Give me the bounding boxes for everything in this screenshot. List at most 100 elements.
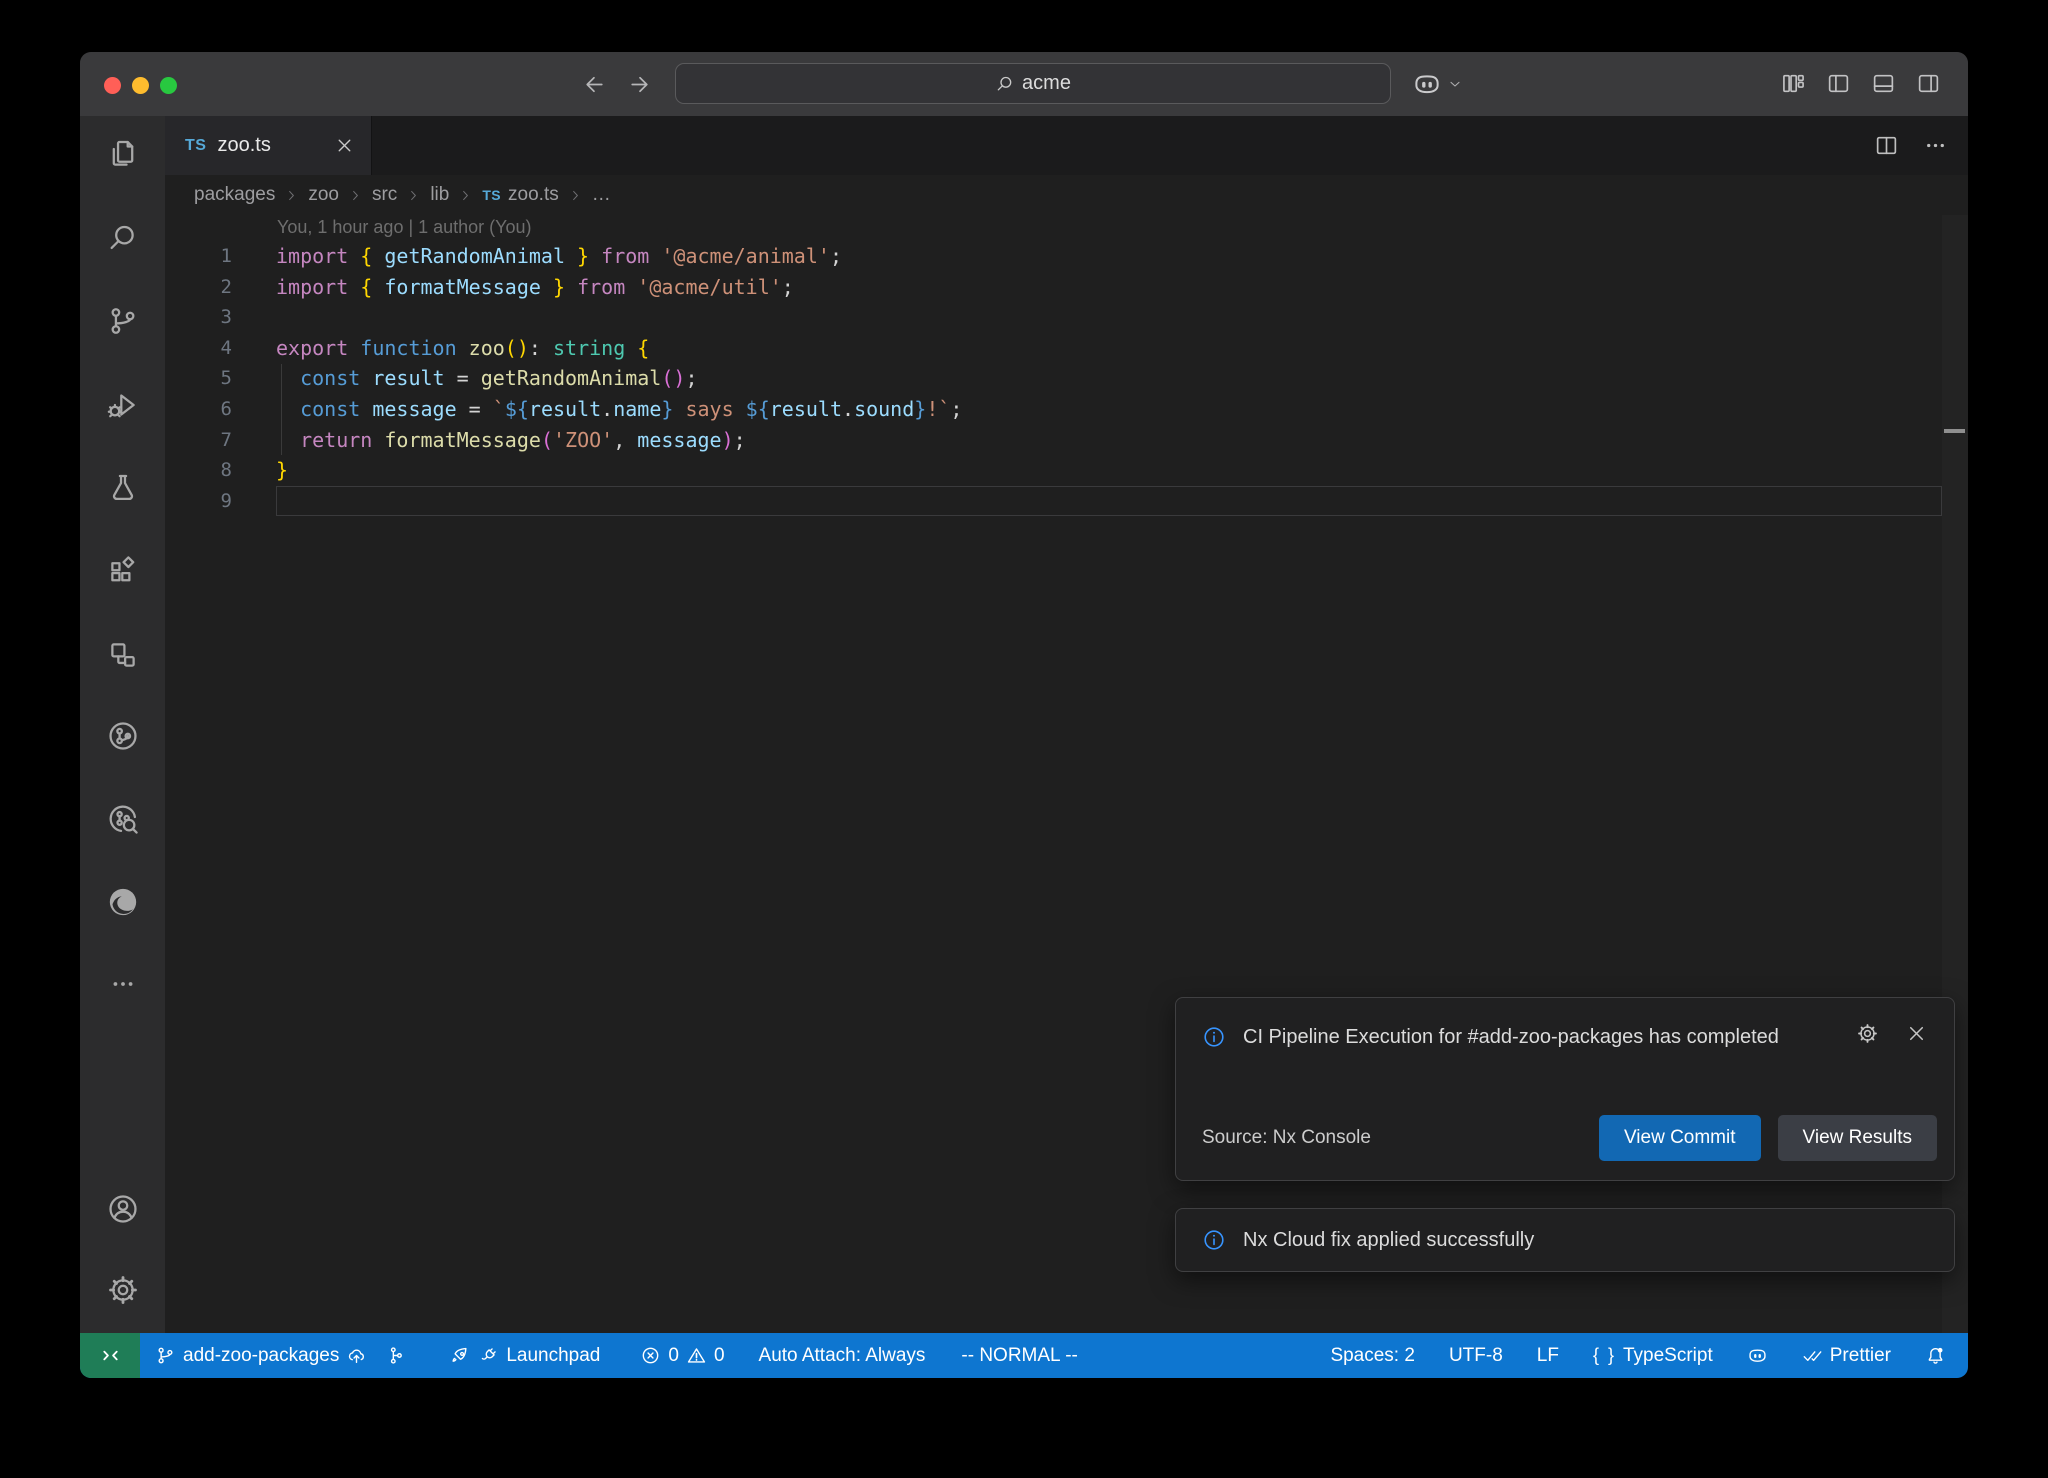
extensions-icon bbox=[106, 554, 140, 588]
line-number: 7 bbox=[165, 425, 248, 456]
activity-search[interactable] bbox=[80, 207, 165, 269]
status-commit-graph[interactable] bbox=[385, 1345, 406, 1366]
activity-explorer[interactable] bbox=[80, 123, 165, 185]
status-label: UTF-8 bbox=[1449, 1345, 1503, 1367]
split-editor-icon[interactable] bbox=[1874, 133, 1899, 158]
plug-icon bbox=[478, 1345, 499, 1366]
breadcrumb-label: … bbox=[592, 184, 611, 206]
notification-close-icon[interactable] bbox=[1905, 1022, 1928, 1045]
code-line-7[interactable]: 7 return formatMessage('ZOO', message); bbox=[165, 425, 1942, 456]
editor-more-actions-icon[interactable] bbox=[1923, 133, 1948, 158]
status-formatter[interactable]: Prettier bbox=[1802, 1345, 1891, 1367]
status-auto-attach[interactable]: Auto Attach: Always bbox=[759, 1345, 926, 1367]
line-number: 9 bbox=[165, 486, 248, 517]
view-commit-button[interactable]: View Commit bbox=[1599, 1115, 1761, 1161]
activity-source-control[interactable] bbox=[80, 290, 165, 352]
code-line-6[interactable]: 6 const message = `${result.name} says $… bbox=[165, 394, 1942, 425]
tab-close-icon[interactable] bbox=[334, 135, 355, 156]
status-encoding[interactable]: UTF-8 bbox=[1449, 1345, 1503, 1367]
breadcrumb-label: zoo.ts bbox=[508, 184, 559, 206]
status-launchpad[interactable]: Launchpad bbox=[450, 1345, 600, 1367]
window-zoom-button[interactable] bbox=[160, 77, 177, 94]
remote-indicator[interactable] bbox=[80, 1333, 140, 1378]
activity-testing[interactable] bbox=[80, 457, 165, 519]
tab-zoo-ts[interactable]: TS zoo.ts bbox=[165, 116, 372, 175]
line-content: import { formatMessage } from '@acme/uti… bbox=[248, 272, 794, 303]
activity-extensions[interactable] bbox=[80, 540, 165, 602]
status-branch[interactable]: add-zoo-packages bbox=[155, 1345, 367, 1367]
copilot-menu-button[interactable] bbox=[1412, 69, 1463, 99]
double-check-icon bbox=[1802, 1345, 1823, 1366]
activity-nx-console[interactable] bbox=[80, 624, 165, 686]
git-branch-icon bbox=[106, 304, 140, 338]
breadcrumb-item-lib[interactable]: lib bbox=[430, 184, 449, 206]
line-number: 5 bbox=[165, 363, 248, 394]
typescript-file-icon: TS bbox=[482, 187, 501, 203]
tab-bar: TS zoo.ts bbox=[165, 116, 1968, 175]
window-minimize-button[interactable] bbox=[132, 77, 149, 94]
breadcrumb-item-src[interactable]: src bbox=[372, 184, 397, 206]
status-problems[interactable]: 00 bbox=[640, 1345, 724, 1367]
copilot-icon bbox=[1747, 1345, 1768, 1366]
notification-source: Source: Nx Console bbox=[1193, 1127, 1371, 1149]
code-line-1[interactable]: 1import { getRandomAnimal } from '@acme/… bbox=[165, 241, 1942, 272]
toggle-primary-sidebar-icon[interactable] bbox=[1826, 71, 1851, 96]
status-copilot[interactable] bbox=[1747, 1345, 1768, 1366]
search-value: acme bbox=[1022, 72, 1071, 95]
breadcrumb-item-zoo[interactable]: zoo bbox=[308, 184, 339, 206]
breadcrumb-item-more[interactable]: … bbox=[592, 184, 611, 206]
activity-edge-tools[interactable] bbox=[80, 871, 165, 933]
toggle-secondary-sidebar-icon[interactable] bbox=[1916, 71, 1941, 96]
copilot-icon bbox=[1412, 69, 1442, 99]
arrow-forward-icon[interactable] bbox=[627, 72, 652, 97]
warning-icon bbox=[686, 1345, 707, 1366]
status-eol[interactable]: LF bbox=[1537, 1345, 1559, 1367]
customize-layout-icon[interactable] bbox=[1781, 71, 1806, 96]
layout-controls bbox=[1781, 71, 1941, 96]
git-blame-annotation: You, 1 hour ago | 1 author (You) bbox=[277, 217, 532, 238]
line-number: 1 bbox=[165, 241, 248, 272]
arrow-back-icon[interactable] bbox=[582, 72, 607, 97]
window-close-button[interactable] bbox=[104, 77, 121, 94]
status-label: Spaces: 2 bbox=[1330, 1345, 1415, 1367]
code-line-4[interactable]: 4export function zoo(): string { bbox=[165, 333, 1942, 364]
activity-additional-views[interactable] bbox=[80, 953, 165, 1015]
status-notifications-bell[interactable] bbox=[1925, 1345, 1946, 1366]
status-label: TypeScript bbox=[1623, 1345, 1713, 1367]
toggle-panel-icon[interactable] bbox=[1871, 71, 1896, 96]
code-line-3[interactable]: 3 bbox=[165, 302, 1942, 333]
notification-message: Nx Cloud fix applied successfully bbox=[1243, 1229, 1534, 1252]
line-content: const result = getRandomAnimal(); bbox=[248, 363, 697, 394]
status-language[interactable]: { }TypeScript bbox=[1593, 1345, 1713, 1367]
activity-gitlens-inspect[interactable] bbox=[80, 788, 165, 850]
activity-gitlens[interactable] bbox=[80, 705, 165, 767]
info-icon bbox=[1202, 1228, 1226, 1252]
status-indentation[interactable]: Spaces: 2 bbox=[1330, 1345, 1415, 1367]
code-line-8[interactable]: 8} bbox=[165, 455, 1942, 486]
view-results-button[interactable]: View Results bbox=[1778, 1115, 1937, 1161]
line-number: 3 bbox=[165, 302, 248, 333]
remote-icon bbox=[99, 1344, 122, 1367]
breadcrumb-item-packages[interactable]: packages bbox=[194, 184, 275, 206]
status-label: -- NORMAL -- bbox=[961, 1345, 1077, 1367]
notification-message: CI Pipeline Execution for #add-zoo-packa… bbox=[1243, 1019, 1779, 1056]
notification-toast-2: Nx Cloud fix applied successfully bbox=[1175, 1208, 1955, 1272]
breadcrumb-label: lib bbox=[430, 184, 449, 206]
activity-run-and-debug[interactable] bbox=[80, 374, 165, 436]
status-vim-mode[interactable]: -- NORMAL -- bbox=[961, 1345, 1077, 1367]
activity-accounts[interactable] bbox=[80, 1178, 165, 1240]
beaker-icon bbox=[106, 471, 140, 505]
code-line-5[interactable]: 5 const result = getRandomAnimal(); bbox=[165, 363, 1942, 394]
command-center-search[interactable]: acme bbox=[675, 63, 1391, 104]
activity-manage[interactable] bbox=[80, 1259, 165, 1321]
breadcrumb-item-zoo.ts[interactable]: TS zoo.ts bbox=[482, 184, 558, 206]
breadcrumb-label: zoo bbox=[308, 184, 339, 206]
notification-gear-icon[interactable] bbox=[1856, 1022, 1879, 1045]
code-line-2[interactable]: 2import { formatMessage } from '@acme/ut… bbox=[165, 272, 1942, 303]
notification-toast-1: CI Pipeline Execution for #add-zoo-packa… bbox=[1175, 997, 1955, 1181]
account-icon bbox=[106, 1192, 140, 1226]
vscode-window: acme TS zoo.ts packageszoosr bbox=[80, 52, 1968, 1378]
typescript-file-icon: TS bbox=[185, 137, 206, 155]
code-line-9[interactable]: 9 bbox=[165, 486, 1942, 517]
chevron-right-icon bbox=[284, 188, 299, 203]
